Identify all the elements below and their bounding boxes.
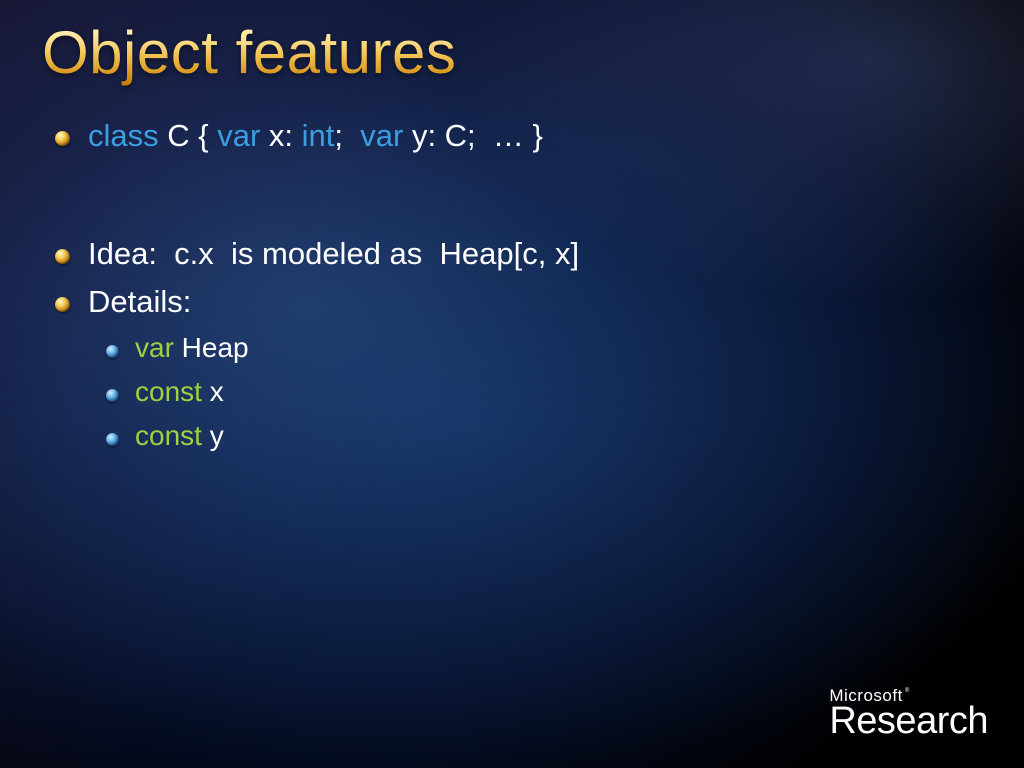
text-line: const y [135,420,224,452]
text-segment: var [217,118,260,153]
sub-bullet-icon [106,345,119,358]
text-line: class C { var x: int; var y: C; … } [88,118,543,154]
bullet-icon [55,249,70,264]
text-segment: y: C; … } [403,118,543,153]
microsoft-research-logo: Microsoft ® Research [829,687,988,740]
sub-bullet-item: var Heap [106,332,984,364]
bullet-item: Idea: c.x is modeled as Heap[c, x] [55,236,984,272]
text-segment: int [302,118,335,153]
sub-bullet-item: const x [106,376,984,408]
text-segment: x [202,376,224,407]
sub-bullet-item: const y [106,420,984,452]
text-segment: Heap [174,332,249,363]
text-segment: const [135,420,202,451]
text-segment: x: [260,118,301,153]
text-segment: Details: [88,284,191,319]
text-segment: Idea: c.x is modeled as Heap[c, x] [88,236,579,271]
text-line: Details: [88,284,191,320]
text-segment: var [360,118,403,153]
sub-bullet-icon [106,389,119,402]
slide-content: class C { var x: int; var y: C; … } Idea:… [55,118,984,464]
text-segment: y [202,420,224,451]
text-segment: const [135,376,202,407]
text-line: const x [135,376,224,408]
sub-bullet-list: var Heapconst xconst y [106,332,984,452]
bullet-item: class C { var x: int; var y: C; … } [55,118,984,154]
logo-division: Research [829,702,988,740]
text-segment: ; [334,118,360,153]
logo-trademark: ® [905,688,910,694]
bullet-item: Details: [55,284,984,320]
sub-bullet-icon [106,433,119,446]
slide-title: Object features [42,18,456,87]
bullet-icon [55,131,70,146]
text-line: var Heap [135,332,249,364]
bullet-icon [55,297,70,312]
text-segment: var [135,332,174,363]
text-segment: class [88,118,159,153]
text-line: Idea: c.x is modeled as Heap[c, x] [88,236,579,272]
text-segment: C { [159,118,218,153]
